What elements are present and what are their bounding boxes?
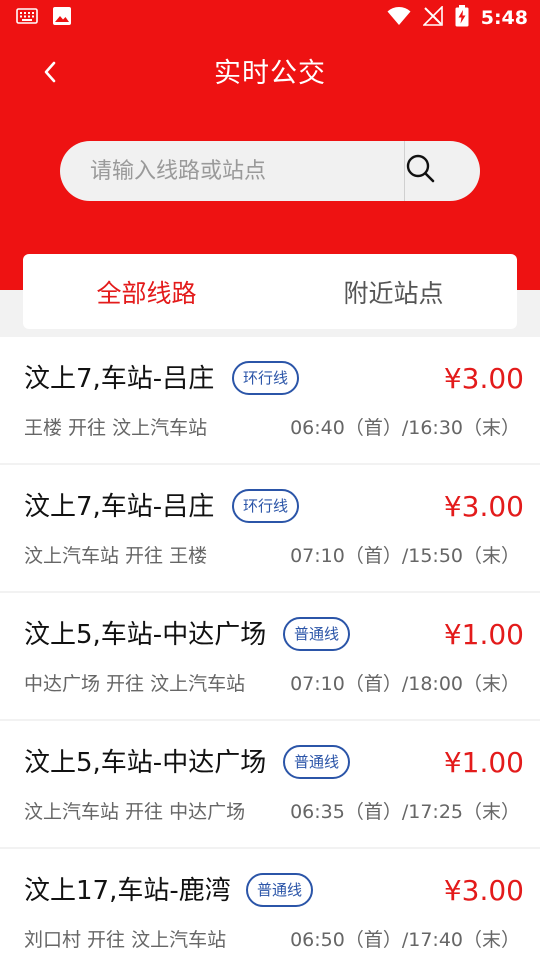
battery-charging-icon — [455, 5, 469, 31]
route-price: ¥3.00 — [443, 874, 524, 907]
route-times: 07:10（首）/18:00（末） — [290, 673, 520, 695]
route-price: ¥1.00 — [443, 618, 524, 651]
wifi-icon — [387, 6, 411, 30]
route-type-badge: 普通线 — [246, 873, 314, 907]
tab-nearby-stops[interactable]: 附近站点 — [270, 254, 517, 329]
page-title: 实时公交 — [214, 58, 326, 89]
route-type-badge: 普通线 — [283, 745, 351, 779]
route-type-badge: 环行线 — [232, 361, 300, 395]
tab-bar: 全部线路 附近站点 — [23, 254, 517, 329]
no-signal-icon — [421, 5, 443, 30]
route-direction: 汶上汽车站 开往 王楼 — [24, 545, 208, 567]
route-direction: 中达广场 开往 汶上汽车站 — [24, 673, 246, 695]
route-list: 汶上7,车站-吕庄 环行线 ¥3.00 王楼 开往 汶上汽车站 06:40（首）… — [0, 337, 540, 960]
route-name: 汶上5,车站-中达广场 — [24, 620, 267, 650]
search-button[interactable] — [405, 141, 480, 201]
app-screen: 5:48 实时公交 全部线路 附近站点 — [0, 0, 540, 960]
route-name: 汶上7,车站-吕庄 — [24, 364, 215, 394]
route-times: 07:10（首）/15:50（末） — [290, 545, 520, 567]
route-name: 汶上7,车站-吕庄 — [24, 492, 215, 522]
search-input[interactable] — [60, 141, 404, 201]
route-type-badge: 环行线 — [232, 489, 300, 523]
route-price: ¥3.00 — [443, 362, 524, 395]
nav-bar: 实时公交 — [0, 46, 540, 102]
route-name: 汶上5,车站-中达广场 — [24, 748, 267, 778]
route-direction: 汶上汽车站 开往 中达广场 — [24, 801, 246, 823]
image-icon — [52, 6, 72, 30]
tab-all-routes[interactable]: 全部线路 — [23, 254, 270, 329]
route-row[interactable]: 汶上7,车站-吕庄 环行线 ¥3.00 王楼 开往 汶上汽车站 06:40（首）… — [0, 337, 540, 463]
status-time: 5:48 — [480, 7, 528, 29]
route-price: ¥1.00 — [443, 746, 524, 779]
status-bar: 5:48 — [0, 0, 540, 36]
route-type-badge: 普通线 — [283, 617, 351, 651]
search-bar — [60, 141, 480, 201]
route-price: ¥3.00 — [443, 490, 524, 523]
route-row[interactable]: 汶上5,车站-中达广场 普通线 ¥1.00 中达广场 开往 汶上汽车站 07:1… — [0, 593, 540, 719]
search-icon — [405, 153, 437, 189]
route-direction: 刘口村 开往 汶上汽车站 — [24, 929, 227, 951]
keyboard-icon — [16, 8, 38, 28]
route-name: 汶上17,车站-鹿湾 — [24, 876, 231, 906]
route-times: 06:35（首）/17:25（末） — [290, 801, 520, 823]
route-times: 06:50（首）/17:40（末） — [290, 929, 520, 951]
route-direction: 王楼 开往 汶上汽车站 — [24, 417, 208, 439]
route-row[interactable]: 汶上17,车站-鹿湾 普通线 ¥3.00 刘口村 开往 汶上汽车站 06:50（… — [0, 849, 540, 960]
route-row[interactable]: 汶上7,车站-吕庄 环行线 ¥3.00 汶上汽车站 开往 王楼 07:10（首）… — [0, 465, 540, 591]
route-row[interactable]: 汶上5,车站-中达广场 普通线 ¥1.00 汶上汽车站 开往 中达广场 06:3… — [0, 721, 540, 847]
route-times: 06:40（首）/16:30（末） — [290, 417, 520, 439]
